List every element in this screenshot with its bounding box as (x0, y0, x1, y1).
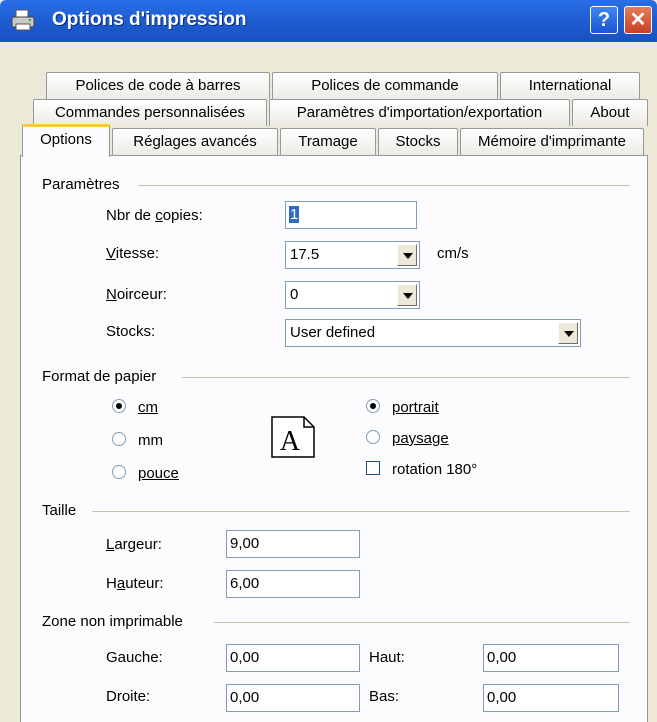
group-title-zone: Zone non imprimable (42, 613, 183, 630)
chevron-down-icon[interactable] (397, 244, 417, 266)
unit-pouce-radio[interactable] (112, 465, 126, 479)
help-button[interactable]: ? (590, 6, 618, 34)
tab-commandes-personnalisees[interactable]: Commandes personnalisées (33, 99, 267, 126)
orientation-paysage-radio[interactable] (366, 430, 380, 444)
noirceur-label: Noirceur: (106, 286, 167, 303)
group-title-parametres: Paramètres (42, 176, 120, 193)
tab-options[interactable]: Options (22, 124, 110, 157)
tab-tramage[interactable]: Tramage (280, 128, 376, 155)
group-divider (138, 185, 630, 186)
copies-label: Nbr de copies: (106, 207, 203, 224)
unit-mm-label[interactable]: mm (138, 432, 163, 449)
stocks-label: Stocks: (106, 323, 156, 340)
hauteur-label: Hauteur: (106, 575, 164, 592)
tab-reglages-avances[interactable]: Réglages avancés (112, 128, 278, 155)
vitesse-label: Vitesse: (106, 245, 160, 262)
stocks-select[interactable]: User defined (285, 319, 581, 347)
orientation-icon-letter: A (280, 426, 301, 457)
largeur-label: Largeur: (106, 536, 162, 553)
droite-label: Droite: (106, 688, 151, 705)
tab-parametres-import-export[interactable]: Paramètres d'importation/exportation (269, 99, 570, 126)
largeur-input[interactable]: 9,00 (226, 530, 360, 558)
tab-international[interactable]: International (500, 72, 640, 99)
hauteur-input[interactable]: 6,00 (226, 570, 360, 598)
orientation-paysage-label[interactable]: paysage (392, 430, 449, 447)
unit-cm-label[interactable]: cm (138, 399, 158, 416)
tab-memoire-imprimante[interactable]: Mémoire d'imprimante (460, 128, 644, 155)
tab-about[interactable]: About (572, 99, 648, 126)
chevron-down-icon[interactable] (558, 322, 578, 344)
gauche-input[interactable]: 0,00 (226, 644, 360, 672)
haut-label: Haut: (369, 649, 405, 666)
noirceur-select[interactable]: 0 (285, 281, 420, 309)
bas-input[interactable]: 0,00 (483, 684, 619, 712)
unit-mm-radio[interactable] (112, 432, 126, 446)
tab-stocks[interactable]: Stocks (378, 128, 458, 155)
noirceur-value: 0 (290, 286, 299, 303)
group-title-format: Format de papier (42, 368, 157, 385)
droite-input[interactable]: 0,00 (226, 684, 360, 712)
chevron-down-icon[interactable] (397, 284, 417, 306)
vitesse-select[interactable]: 17.5 (285, 241, 420, 269)
window-title: Options d'impression (52, 9, 247, 30)
bas-label: Bas: (369, 688, 400, 705)
title-bar[interactable]: Options d'impression ? ✕ (0, 0, 657, 42)
close-button[interactable]: ✕ (624, 6, 652, 34)
haut-input[interactable]: 0,00 (483, 644, 619, 672)
portrait-page-icon: A (271, 416, 315, 458)
stocks-value: User defined (290, 324, 376, 341)
copies-input[interactable]: 1 (285, 201, 417, 229)
group-divider (92, 511, 630, 512)
rotation-checkbox[interactable] (366, 461, 380, 475)
rotation-label[interactable]: rotation 180° (392, 461, 477, 478)
orientation-portrait-radio[interactable] (366, 399, 380, 413)
group-divider (214, 622, 630, 623)
tab-polices-code-barres[interactable]: Polices de code à barres (46, 72, 270, 99)
unit-cm-radio[interactable] (112, 399, 126, 413)
tab-polices-commande[interactable]: Polices de commande (272, 72, 498, 99)
gauche-label: Gauche: (106, 649, 163, 666)
group-title-taille: Taille (42, 502, 77, 519)
group-divider (182, 377, 630, 378)
printer-icon (11, 9, 35, 31)
unit-pouce-label[interactable]: pouce (138, 465, 179, 482)
vitesse-value: 17.5 (290, 246, 320, 263)
copies-value: 1 (289, 206, 300, 223)
orientation-portrait-label[interactable]: portrait (392, 399, 439, 416)
vitesse-unit: cm/s (437, 245, 469, 262)
